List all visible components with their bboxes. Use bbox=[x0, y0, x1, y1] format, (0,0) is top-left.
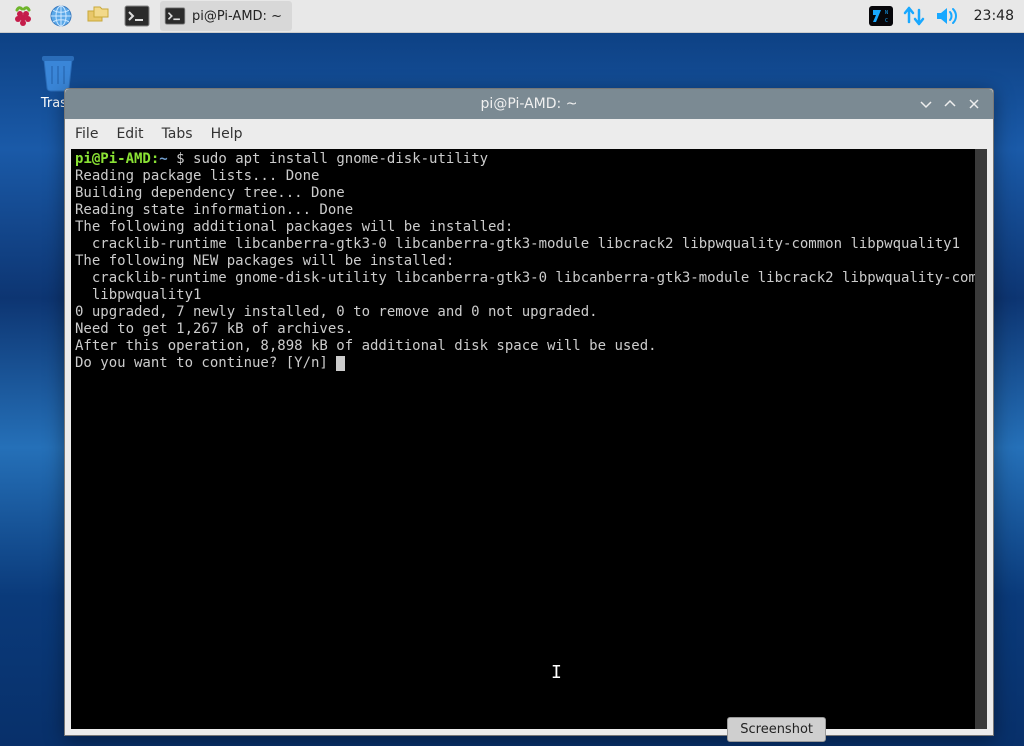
terminal-container: pi@Pi-AMD:~ $ sudo apt install gnome-dis… bbox=[65, 149, 993, 735]
terminal-scrollbar[interactable] bbox=[975, 149, 987, 729]
terminal-cursor bbox=[336, 356, 345, 371]
menu-edit[interactable]: Edit bbox=[116, 126, 143, 142]
terminal-output-line: cracklib-runtime gnome-disk-utility libc… bbox=[75, 270, 975, 286]
menu-file[interactable]: File bbox=[75, 126, 98, 142]
terminal-command: sudo apt install gnome-disk-utility bbox=[193, 151, 488, 167]
svg-text:C: C bbox=[885, 18, 888, 24]
folders-icon bbox=[86, 5, 112, 27]
prompt-user-host: pi@Pi-AMD bbox=[75, 151, 151, 167]
terminal-output-line: Building dependency tree... Done bbox=[75, 185, 345, 201]
mouse-text-cursor: I bbox=[551, 664, 562, 681]
minimize-button[interactable] bbox=[917, 95, 935, 113]
taskbar: pi@Pi-AMD: ~ N C 23:48 bbox=[0, 0, 1024, 33]
terminal-icon bbox=[164, 7, 186, 25]
task-title: pi@Pi-AMD: ~ bbox=[192, 9, 282, 24]
terminal-output-line: libpwquality1 bbox=[75, 287, 201, 303]
prompt-symbol: $ bbox=[176, 151, 184, 167]
vnc-tray-icon[interactable]: N C bbox=[868, 5, 894, 27]
terminal-launcher[interactable] bbox=[118, 1, 156, 31]
menu-button[interactable] bbox=[4, 1, 42, 31]
terminal-window: pi@Pi-AMD: ~ File Edit Tabs Help pi@Pi-A… bbox=[64, 88, 994, 736]
terminal-output-line: Do you want to continue? [Y/n] bbox=[75, 355, 336, 371]
globe-icon bbox=[49, 4, 73, 28]
terminal-output-line: cracklib-runtime libcanberra-gtk3-0 libc… bbox=[75, 236, 960, 252]
screenshot-tooltip: Screenshot bbox=[727, 717, 826, 742]
network-tray-icon[interactable] bbox=[902, 5, 926, 27]
terminal-output-line: Need to get 1,267 kB of archives. bbox=[75, 321, 353, 337]
filemanager-button[interactable] bbox=[80, 1, 118, 31]
terminal-output-line: Reading package lists... Done bbox=[75, 168, 319, 184]
taskbar-launchers: pi@Pi-AMD: ~ bbox=[4, 1, 292, 31]
terminal-output-line: 0 upgraded, 7 newly installed, 0 to remo… bbox=[75, 304, 598, 320]
terminal-output-line: Reading state information... Done bbox=[75, 202, 353, 218]
svg-text:N: N bbox=[885, 10, 888, 16]
maximize-button[interactable] bbox=[941, 95, 959, 113]
close-button[interactable] bbox=[965, 95, 983, 113]
raspberry-icon bbox=[11, 4, 35, 28]
terminal-output-line: The following additional packages will b… bbox=[75, 219, 513, 235]
menu-help[interactable]: Help bbox=[211, 126, 243, 142]
volume-tray-icon[interactable] bbox=[934, 5, 960, 27]
system-tray: N C 23:48 bbox=[868, 5, 1020, 27]
window-titlebar[interactable]: pi@Pi-AMD: ~ bbox=[65, 89, 993, 119]
browser-button[interactable] bbox=[42, 1, 80, 31]
prompt-path: ~ bbox=[159, 151, 167, 167]
terminal-icon bbox=[124, 5, 150, 27]
tooltip-text: Screenshot bbox=[740, 722, 813, 737]
menubar: File Edit Tabs Help bbox=[65, 119, 993, 149]
taskbar-task-terminal[interactable]: pi@Pi-AMD: ~ bbox=[160, 1, 292, 31]
terminal-output-line: The following NEW packages will be insta… bbox=[75, 253, 454, 269]
menu-tabs[interactable]: Tabs bbox=[162, 126, 193, 142]
trash-icon bbox=[36, 48, 80, 92]
clock[interactable]: 23:48 bbox=[974, 8, 1014, 24]
terminal[interactable]: pi@Pi-AMD:~ $ sudo apt install gnome-dis… bbox=[71, 149, 975, 729]
terminal-output-line: After this operation, 8,898 kB of additi… bbox=[75, 338, 657, 354]
window-controls bbox=[917, 95, 993, 113]
window-title: pi@Pi-AMD: ~ bbox=[65, 96, 993, 112]
